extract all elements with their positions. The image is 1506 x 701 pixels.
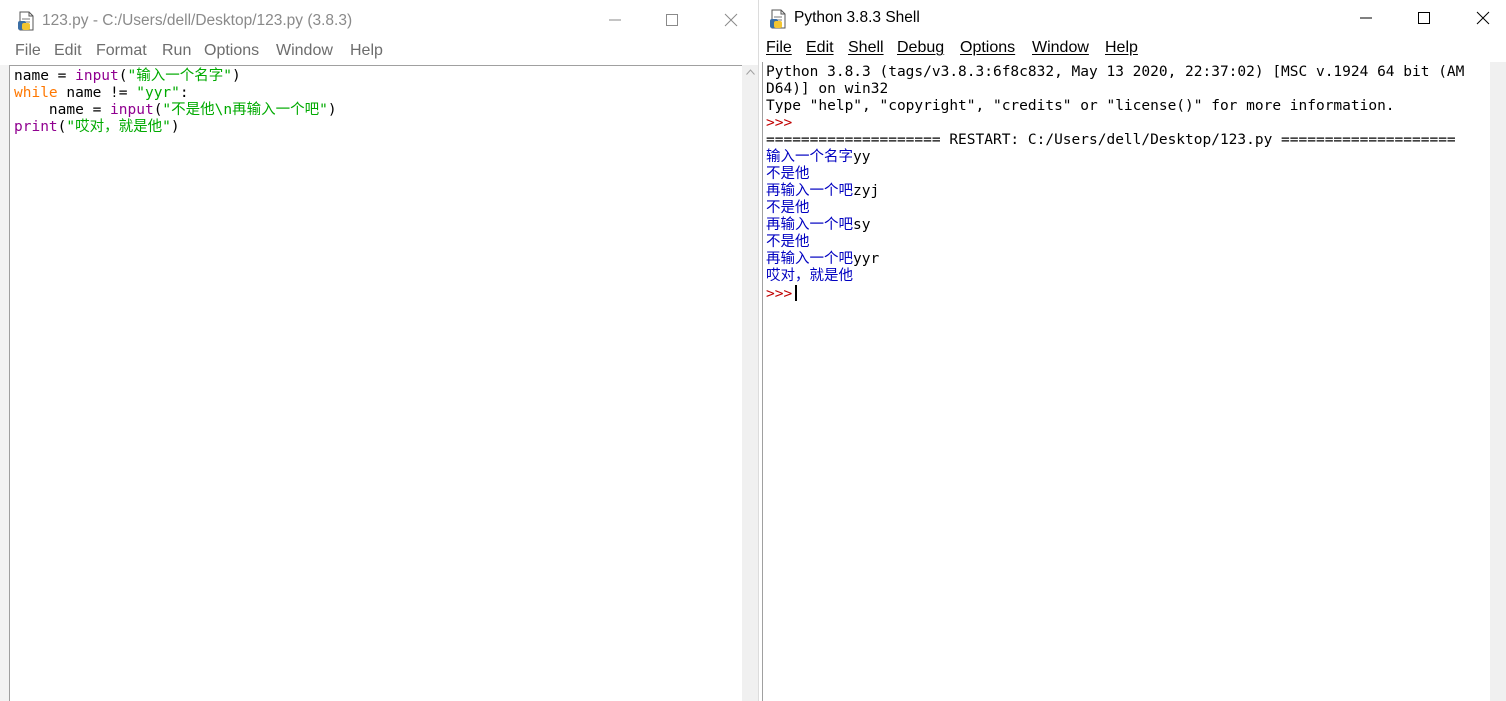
shell-prompt: >>>: [766, 286, 793, 302]
menu-help[interactable]: Help: [1105, 39, 1138, 57]
output-line: 再输入一个吧sy: [766, 217, 871, 233]
restart-line: ==================== RESTART: C:/Users/d…: [766, 132, 1456, 148]
menu-help[interactable]: Help: [350, 42, 383, 60]
output-line: 不是他: [766, 166, 810, 182]
maximize-icon[interactable]: [1413, 7, 1435, 29]
output-line: 再输入一个吧zyj: [766, 183, 880, 199]
shell-titlebar[interactable]: Python 3.8.3 Shell: [759, 0, 1506, 38]
menu-window[interactable]: Window: [276, 42, 333, 60]
shell-window: Python 3.8.3 Shell File Edit Shell Debug…: [759, 0, 1506, 701]
text-cursor: [795, 285, 798, 301]
code-line-3: name = input("不是他\n再输入一个吧"): [14, 102, 337, 118]
menu-window[interactable]: Window: [1032, 39, 1089, 57]
banner-line-1: Python 3.8.3 (tags/v3.8.3:6f8c832, May 1…: [766, 64, 1465, 80]
output-line: 哎对，就是他: [766, 268, 853, 284]
menu-format[interactable]: Format: [96, 42, 147, 60]
editor-scrollbar[interactable]: [742, 65, 758, 701]
menu-file[interactable]: File: [15, 42, 41, 60]
maximize-icon[interactable]: [661, 9, 683, 31]
output-line: 不是他: [766, 200, 810, 216]
idle-file-icon: [769, 9, 789, 29]
menu-options[interactable]: Options: [960, 39, 1015, 57]
code-line-1: name = input("输入一个名字"): [14, 68, 241, 84]
editor-window: 123.py - C:/Users/dell/Desktop/123.py (3…: [0, 0, 758, 701]
editor-text-area[interactable]: name = input("输入一个名字") while name != "yy…: [9, 65, 742, 701]
shell-title: Python 3.8.3 Shell: [794, 9, 920, 26]
editor-titlebar[interactable]: 123.py - C:/Users/dell/Desktop/123.py (3…: [0, 0, 758, 38]
menu-options[interactable]: Options: [204, 42, 259, 60]
banner-line-3: Type "help", "copyright", "credits" or "…: [766, 98, 1395, 114]
shell-text-area[interactable]: Python 3.8.3 (tags/v3.8.3:6f8c832, May 1…: [762, 62, 1490, 701]
shell-menubar: File Edit Shell Debug Options Window Hel…: [759, 37, 1506, 61]
output-line: 再输入一个吧yyr: [766, 251, 880, 267]
menu-run[interactable]: Run: [162, 42, 191, 60]
editor-left-margin: [0, 65, 9, 701]
minimize-icon[interactable]: [1355, 7, 1377, 29]
shell-scrollbar[interactable]: [1490, 62, 1506, 701]
minimize-icon[interactable]: [604, 9, 626, 31]
editor-menubar: File Edit Format Run Options Window Help: [0, 40, 758, 64]
banner-line-2: D64)] on win32: [766, 81, 889, 97]
close-icon[interactable]: [720, 9, 742, 31]
scroll-up-icon[interactable]: [746, 69, 755, 75]
editor-title: 123.py - C:/Users/dell/Desktop/123.py (3…: [42, 12, 353, 29]
editor-code: name = input("输入一个名字") while name != "yy…: [14, 68, 337, 136]
input-line[interactable]: >>>: [766, 285, 798, 302]
code-line-4: print("哎对，就是他"): [14, 119, 180, 135]
menu-edit[interactable]: Edit: [54, 42, 82, 60]
idle-file-icon: [17, 11, 37, 31]
close-icon[interactable]: [1472, 7, 1494, 29]
code-line-2: while name != "yyr":: [14, 85, 189, 101]
menu-edit[interactable]: Edit: [806, 39, 834, 57]
output-line: 输入一个名字yy: [766, 149, 871, 165]
shell-output: Python 3.8.3 (tags/v3.8.3:6f8c832, May 1…: [766, 64, 1464, 303]
shell-prompt: >>>: [766, 115, 793, 131]
menu-debug[interactable]: Debug: [897, 39, 944, 57]
menu-file[interactable]: File: [766, 39, 792, 57]
menu-shell[interactable]: Shell: [848, 39, 884, 57]
output-line: 不是他: [766, 234, 810, 250]
